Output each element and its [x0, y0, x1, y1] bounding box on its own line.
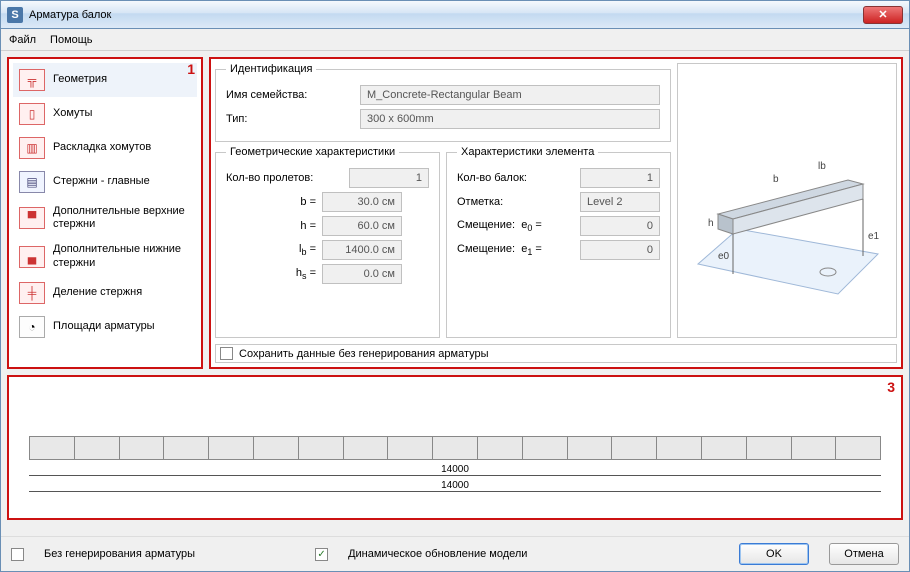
svg-text:e0: e0 — [718, 251, 730, 262]
hs-label: hs = — [226, 267, 316, 281]
bottom-bars-icon: ▄ — [19, 246, 45, 268]
dyn-checkbox[interactable] — [315, 548, 328, 561]
element-group: Характеристики элемента Кол-во балок: От… — [446, 146, 671, 338]
save-checkbox[interactable] — [220, 347, 233, 360]
svg-text:lb: lb — [818, 161, 826, 172]
beam-elevation-icon — [29, 436, 881, 460]
dyn-label: Динамическое обновление модели — [348, 548, 527, 560]
menu-help[interactable]: Помощь — [50, 34, 93, 46]
identification-group: Идентификация Имя семейства: Тип: — [215, 63, 671, 142]
panel-num-1: 1 — [187, 61, 195, 77]
save-label: Сохранить данные без генерирования армат… — [239, 348, 489, 360]
stirrups-icon: ▯ — [19, 103, 45, 125]
type-label: Тип: — [226, 113, 354, 125]
h-field — [322, 216, 402, 236]
b-label: b = — [226, 196, 316, 208]
sidebar-item-stirrup-layout[interactable]: ▥ Раскладка хомутов — [13, 131, 197, 165]
element-legend: Характеристики элемента — [457, 146, 598, 158]
lb-field — [322, 240, 402, 260]
menu-file[interactable]: Файл — [9, 34, 36, 46]
beam-count-field — [580, 168, 660, 188]
cancel-button[interactable]: Отмена — [829, 543, 899, 565]
spans-field — [349, 168, 429, 188]
save-row: Сохранить данные без генерирования армат… — [215, 344, 897, 363]
nogen-checkbox[interactable] — [11, 548, 24, 561]
offset0-field — [580, 216, 660, 236]
geometry-legend: Геометрические характеристики — [226, 146, 399, 158]
geometry-icon: ╦ — [19, 69, 45, 91]
stirrup-layout-icon: ▥ — [19, 137, 45, 159]
sidebar-item-main-bars[interactable]: ▤ Стержни - главные — [13, 165, 197, 199]
rebar-area-icon: ◔ — [19, 316, 45, 338]
b-field — [322, 192, 402, 212]
svg-text:b: b — [773, 174, 779, 185]
offset1-field — [580, 240, 660, 260]
beam-count-label: Кол-во балок: — [457, 172, 574, 184]
sidebar-item-bar-division[interactable]: ╪ Деление стержня — [13, 276, 197, 310]
spans-label: Кол-во пролетов: — [226, 172, 343, 184]
main-bars-icon: ▤ — [19, 171, 45, 193]
nogen-label: Без генерирования арматуры — [44, 548, 195, 560]
window-title: Арматура балок — [29, 9, 863, 21]
dimension-2: 14000 — [29, 488, 881, 492]
svg-text:h: h — [708, 218, 714, 229]
lb-label: lb = — [226, 243, 316, 257]
main-panel: 2 Идентификация Имя семейства: Тип: — [209, 57, 903, 369]
sidebar-item-geometry[interactable]: ╦ Геометрия — [13, 63, 197, 97]
family-field — [360, 85, 660, 105]
geometry-group: Геометрические характеристики Кол-во про… — [215, 146, 440, 338]
app-icon: S — [7, 7, 23, 23]
svg-text:e1: e1 — [868, 231, 880, 242]
bar-division-icon: ╪ — [19, 282, 45, 304]
top-bars-icon: ▀ — [19, 207, 45, 229]
beam-3d-icon: lb b h e0 e1 — [678, 64, 896, 324]
preview-3d: lb b h e0 e1 — [677, 63, 897, 338]
titlebar: S Арматура балок ✕ — [1, 1, 909, 29]
sidebar-item-rebar-area[interactable]: ◔ Площади арматуры — [13, 310, 197, 344]
level-label: Отметка: — [457, 196, 574, 208]
family-label: Имя семейства: — [226, 89, 354, 101]
ok-button[interactable]: OK — [739, 543, 809, 565]
menubar: Файл Помощь — [1, 29, 909, 51]
app-window: S Арматура балок ✕ Файл Помощь 1 ╦ Геоме… — [0, 0, 910, 572]
hs-field — [322, 264, 402, 284]
close-button[interactable]: ✕ — [863, 6, 903, 24]
identification-legend: Идентификация — [226, 63, 316, 75]
diagram-panel: 3 14000 14000 — [7, 375, 903, 520]
footer: Без генерирования арматуры Динамическое … — [1, 536, 909, 571]
dimension-1: 14000 — [29, 472, 881, 476]
sidebar-item-top-bars[interactable]: ▀ Дополнительные верхние стержни — [13, 199, 197, 237]
content: 1 ╦ Геометрия ▯ Хомуты ▥ Раскладка хомут… — [1, 51, 909, 536]
offset1-label: Смещение: e1 = — [457, 243, 574, 257]
panel-num-3: 3 — [887, 379, 895, 395]
sidebar-item-bottom-bars[interactable]: ▄ Дополнительные нижние стержни — [13, 237, 197, 275]
sidebar-item-stirrups[interactable]: ▯ Хомуты — [13, 97, 197, 131]
level-field — [580, 192, 660, 212]
offset0-label: Смещение: e0 = — [457, 219, 574, 233]
type-field — [360, 109, 660, 129]
sidebar-panel: 1 ╦ Геометрия ▯ Хомуты ▥ Раскладка хомут… — [7, 57, 203, 369]
h-label: h = — [226, 220, 316, 232]
